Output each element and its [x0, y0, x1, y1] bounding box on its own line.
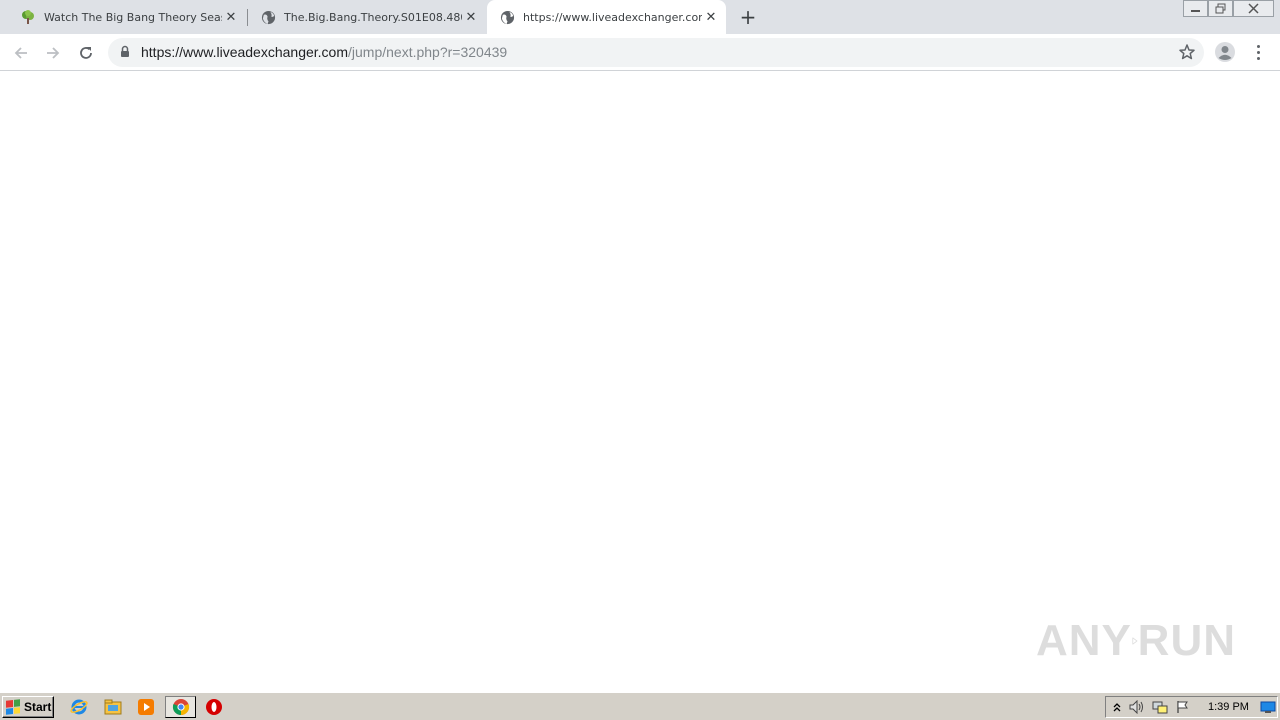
ie-icon[interactable] [68, 697, 90, 717]
menu-dot [1256, 50, 1260, 54]
taskbar: Start 1:39 PM [0, 692, 1280, 720]
tab-title: https://www.liveadexchanger.com/j [523, 10, 702, 24]
action-center-flag-icon[interactable] [1174, 699, 1192, 715]
screen: Watch The Big Bang Theory Season ✕ The.B… [0, 0, 1280, 720]
tab-watch-big-bang[interactable]: Watch The Big Bang Theory Season ✕ [8, 0, 246, 34]
show-desktop-icon[interactable] [1259, 699, 1277, 715]
network-icon[interactable] [1151, 699, 1169, 715]
tab-title: The.Big.Bang.Theory.S01E08.480p. [284, 10, 462, 24]
windows-logo-icon [6, 699, 20, 715]
browser-toolbar: https://www.liveadexchanger.com/jump/nex… [0, 34, 1280, 71]
start-label: Start [24, 700, 52, 714]
close-window-button[interactable] [1233, 0, 1274, 17]
globe-icon [260, 9, 276, 25]
menu-dot [1256, 56, 1260, 60]
media-player-icon[interactable] [135, 697, 157, 717]
page-content [0, 72, 1280, 692]
url-text: https://www.liveadexchanger.com/jump/nex… [141, 44, 507, 60]
opera-icon[interactable] [203, 697, 225, 717]
volume-icon[interactable] [1128, 699, 1146, 715]
minimize-button[interactable] [1183, 0, 1208, 17]
start-button[interactable]: Start [2, 696, 54, 718]
tab-liveadexchanger[interactable]: https://www.liveadexchanger.com/j ✕ [487, 0, 726, 34]
taskbar-clock[interactable]: 1:39 PM [1208, 701, 1249, 713]
reload-icon [80, 47, 92, 59]
restore-button[interactable] [1208, 0, 1233, 17]
close-tab-icon[interactable]: ✕ [462, 8, 480, 26]
tab-strip: Watch The Big Bang Theory Season ✕ The.B… [0, 0, 1280, 34]
back-button[interactable] [8, 40, 34, 66]
show-hidden-icons-icon[interactable] [1108, 699, 1126, 715]
chrome-taskbar-button[interactable] [165, 696, 196, 718]
watermark-text-right: RUN [1137, 616, 1236, 665]
browser-menu-button[interactable] [1250, 41, 1266, 63]
minimize-icon [1191, 10, 1200, 12]
system-tray: 1:39 PM [1105, 696, 1278, 718]
new-tab-button[interactable]: + [736, 5, 760, 29]
profile-avatar-icon[interactable] [1214, 41, 1236, 63]
anyrun-watermark: ANY RUN [1036, 606, 1236, 676]
arrow-left-icon [14, 47, 27, 59]
watermark-text-left: ANY [1036, 616, 1132, 665]
close-tab-icon[interactable]: ✕ [222, 8, 240, 26]
star-icon[interactable] [1178, 43, 1196, 61]
url-path: /jump/next.php?r=320439 [348, 44, 508, 60]
explorer-icon[interactable] [102, 697, 124, 717]
close-icon [1248, 3, 1259, 14]
restore-icon [1215, 3, 1226, 14]
lock-icon [121, 45, 129, 57]
chrome-icon [172, 699, 189, 716]
globe-icon [499, 9, 515, 25]
tab-s01e08[interactable]: The.Big.Bang.Theory.S01E08.480p. ✕ [248, 0, 486, 34]
menu-dot [1256, 44, 1260, 48]
address-bar[interactable]: https://www.liveadexchanger.com/jump/nex… [108, 38, 1204, 67]
forward-button[interactable] [40, 40, 66, 66]
tab-title: Watch The Big Bang Theory Season [44, 10, 222, 24]
reload-button[interactable] [73, 40, 99, 66]
close-tab-icon[interactable]: ✕ [702, 8, 720, 26]
arrow-right-icon [47, 47, 60, 59]
url-host: https://www.liveadexchanger.com [141, 44, 348, 60]
tree-icon [20, 9, 36, 25]
